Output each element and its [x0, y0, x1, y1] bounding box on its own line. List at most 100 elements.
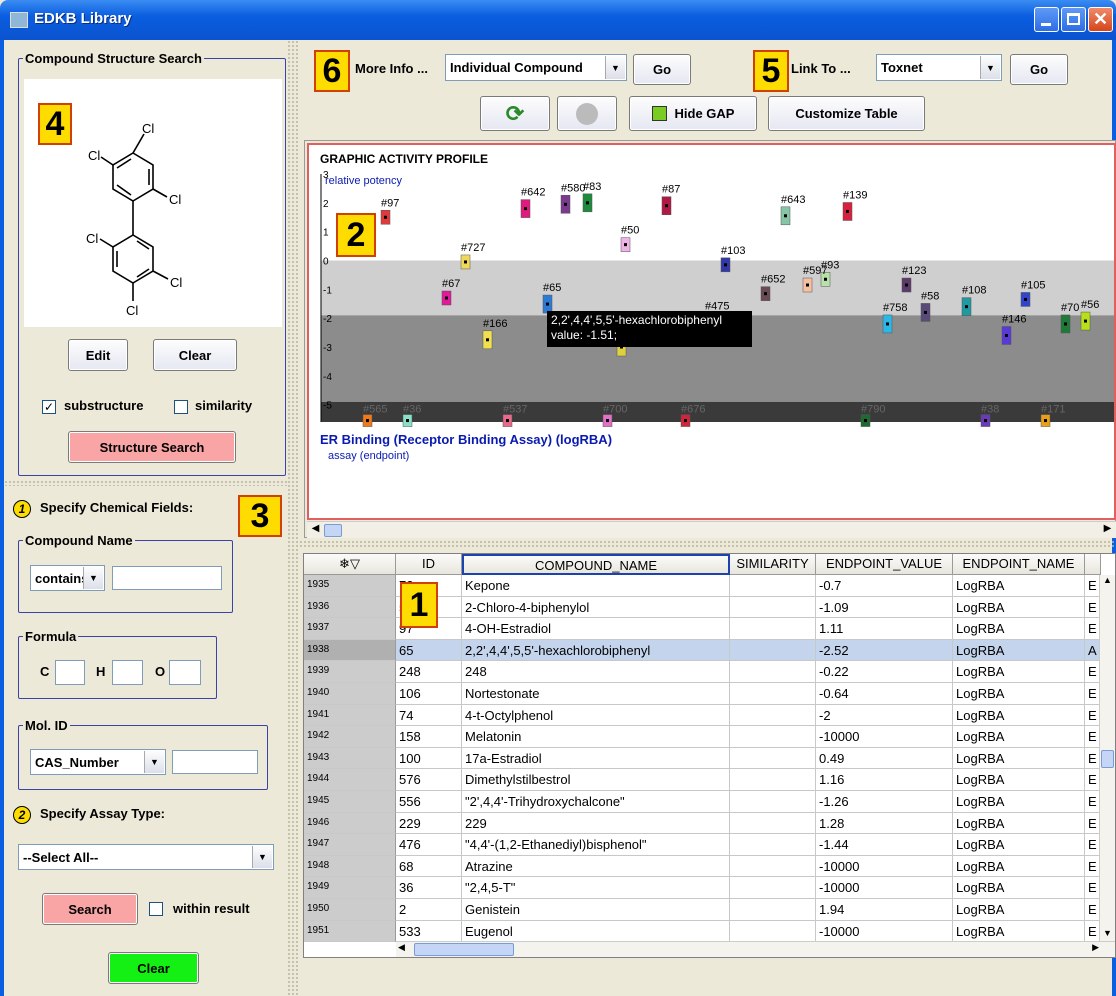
minimize-button[interactable]: [1034, 7, 1059, 32]
mol-id-type-select[interactable]: CAS_Number ▼: [30, 749, 166, 775]
table-cell-ep: LogRBA: [953, 747, 1085, 770]
substructure-label: substructure: [64, 398, 144, 413]
compound-name-operator-select[interactable]: contains ▼: [30, 565, 105, 591]
table-row[interactable]: 1943 100 17a-Estradiol 0.49 LogRBA E: [304, 747, 1101, 770]
table-row[interactable]: 1946 229 229 1.28 LogRBA E: [304, 812, 1101, 835]
scroll-up-arrow-icon[interactable]: ▲: [1100, 575, 1115, 590]
chart-mark-dot: [564, 202, 567, 206]
scroll-right-arrow-icon[interactable]: ▶: [1092, 942, 1099, 953]
structure-canvas[interactable]: 4 Cl Cl Cl Cl Cl Cl: [24, 79, 282, 327]
table-cell-id: 65: [396, 639, 462, 662]
column-header-compound-name[interactable]: COMPOUND_NAME: [462, 554, 730, 575]
column-header-endpoint-value[interactable]: ENDPOINT_VALUE: [816, 554, 953, 575]
chart-mark-label: #652: [761, 274, 785, 286]
chart-horizontal-scrollbar[interactable]: ◀ ▶: [307, 521, 1116, 538]
table-row[interactable]: 1944 576 Dimethylstilbestrol 1.16 LogRBA E: [304, 769, 1101, 791]
more-info-go-button[interactable]: Go: [633, 54, 691, 85]
chevron-down-icon: ▼: [252, 846, 272, 868]
table-row[interactable]: 1949 36 "2,4,5-T" -10000 LogRBA E: [304, 877, 1101, 899]
table-row[interactable]: 1938 65 2,2',4,4',5,5'-hexachlorobiphenyl -…: [304, 639, 1101, 662]
table-row[interactable]: 1942 158 Melatonin -10000 LogRBA E: [304, 726, 1101, 748]
left-pane-divider[interactable]: [4, 480, 287, 486]
within-result-checkbox[interactable]: [149, 902, 163, 916]
hide-gap-button[interactable]: Hide GAP: [629, 96, 757, 131]
clear-fields-button[interactable]: Clear: [108, 952, 199, 984]
more-info-label: More Info ...: [355, 61, 428, 76]
chart-mark-label: #103: [721, 245, 745, 257]
table-horizontal-scrollbar[interactable]: ◀ ▶: [396, 941, 1115, 957]
table-row[interactable]: 1948 68 Atrazine -10000 LogRBA E: [304, 855, 1101, 878]
refresh-button[interactable]: ⟳: [480, 96, 550, 131]
column-header-extra[interactable]: [1085, 554, 1101, 575]
formula-h-label: H: [96, 664, 106, 679]
table-cell-sim: [730, 575, 816, 597]
formula-o-input[interactable]: [169, 660, 201, 685]
table-row[interactable]: 1941 74 4-t-Octylphenol -2 LogRBA E: [304, 704, 1101, 727]
table-cell-sim: [730, 899, 816, 921]
table-cell-sim: [730, 683, 816, 705]
scroll-left-arrow-icon[interactable]: ◀: [308, 523, 323, 538]
scroll-thumb[interactable]: [324, 524, 342, 537]
table-cell-val: -0.22: [816, 661, 953, 683]
table-cell-id: 2: [396, 899, 462, 921]
mol-id-input[interactable]: [172, 750, 258, 774]
column-header-id[interactable]: ID: [396, 554, 462, 575]
table-row[interactable]: 1951 533 Eugenol -10000 LogRBA E: [304, 920, 1101, 943]
close-button[interactable]: ✕: [1088, 7, 1113, 32]
chart-mark-dot: [524, 207, 527, 211]
table-cell-val: -10000: [816, 855, 953, 878]
table-row[interactable]: 1939 248 248 -0.22 LogRBA E: [304, 661, 1101, 683]
chart-mark-label: #565: [363, 404, 387, 416]
table-row[interactable]: 1945 556 "2',4,4'-Trihydroxychalcone" -1.26…: [304, 791, 1101, 813]
substructure-checkbox[interactable]: ✓: [42, 400, 56, 414]
table-row[interactable]: 1950 2 Genistein 1.94 LogRBA E: [304, 899, 1101, 921]
table-cell-sim: [730, 639, 816, 662]
compound-name-legend: Compound Name: [25, 533, 133, 548]
scroll-left-arrow-icon[interactable]: ◀: [398, 942, 405, 953]
vertical-split-divider[interactable]: [299, 540, 1116, 548]
table-cell-ep: LogRBA: [953, 855, 1085, 878]
search-button[interactable]: Search: [42, 893, 138, 925]
chart-mark-dot: [366, 419, 369, 423]
customize-table-button[interactable]: Customize Table: [768, 96, 925, 131]
table-vertical-scrollbar[interactable]: ▲ ▼: [1099, 575, 1115, 943]
table-row[interactable]: 1947 476 "4,4'-(1,2-Ethanediyl)bisphenol" -…: [304, 834, 1101, 856]
molecule-drawing: [99, 133, 169, 301]
scroll-thumb[interactable]: [1101, 750, 1114, 768]
formula-o-label: O: [155, 664, 166, 679]
split-pane-divider[interactable]: [287, 40, 299, 996]
table-cell-rn: 1940: [304, 683, 396, 705]
stop-button[interactable]: [557, 96, 617, 131]
edit-structure-button[interactable]: Edit: [68, 339, 128, 371]
formula-c-input[interactable]: [55, 660, 85, 685]
clear-structure-button[interactable]: Clear: [153, 339, 237, 371]
link-to-select[interactable]: Toxnet ▼: [876, 54, 1002, 81]
scroll-right-arrow-icon[interactable]: ▶: [1100, 523, 1115, 538]
scroll-thumb[interactable]: [414, 943, 514, 956]
table-cell-rn: 1949: [304, 877, 396, 899]
more-info-select[interactable]: Individual Compound ▼: [445, 54, 627, 81]
chart-mark-label: #123: [902, 265, 926, 277]
chart-mark-dot: [806, 283, 809, 287]
table-row[interactable]: 1940 106 Nortestonate -0.64 LogRBA E: [304, 683, 1101, 705]
column-header-endpoint-name[interactable]: ENDPOINT_NAME: [953, 554, 1085, 575]
chevron-down-icon: ▼: [605, 56, 625, 79]
assay-type-title: Specify Assay Type:: [40, 806, 165, 821]
chart-title: GRAPHIC ACTIVITY PROFILE: [320, 152, 489, 166]
formula-h-input[interactable]: [112, 660, 143, 685]
maximize-button[interactable]: [1061, 7, 1086, 32]
table-cell-id: 248: [396, 661, 462, 683]
table-cell-rn: 1950: [304, 899, 396, 921]
link-to-go-button[interactable]: Go: [1010, 54, 1068, 85]
column-header-similarity[interactable]: SIMILARITY: [730, 554, 816, 575]
filter-column-header[interactable]: ❄▽: [304, 554, 396, 575]
table-cell-rn: 1938: [304, 639, 396, 662]
assay-type-select[interactable]: --Select All-- ▼: [18, 844, 274, 870]
structure-search-button[interactable]: Structure Search: [68, 431, 236, 463]
chart-mark-dot: [1044, 419, 1047, 423]
chart-mark-label: #700: [603, 404, 627, 416]
compound-name-input[interactable]: [112, 566, 222, 590]
table-cell-val: -1.44: [816, 834, 953, 856]
similarity-checkbox[interactable]: [174, 400, 188, 414]
table-cell-rn: 1937: [304, 618, 396, 640]
